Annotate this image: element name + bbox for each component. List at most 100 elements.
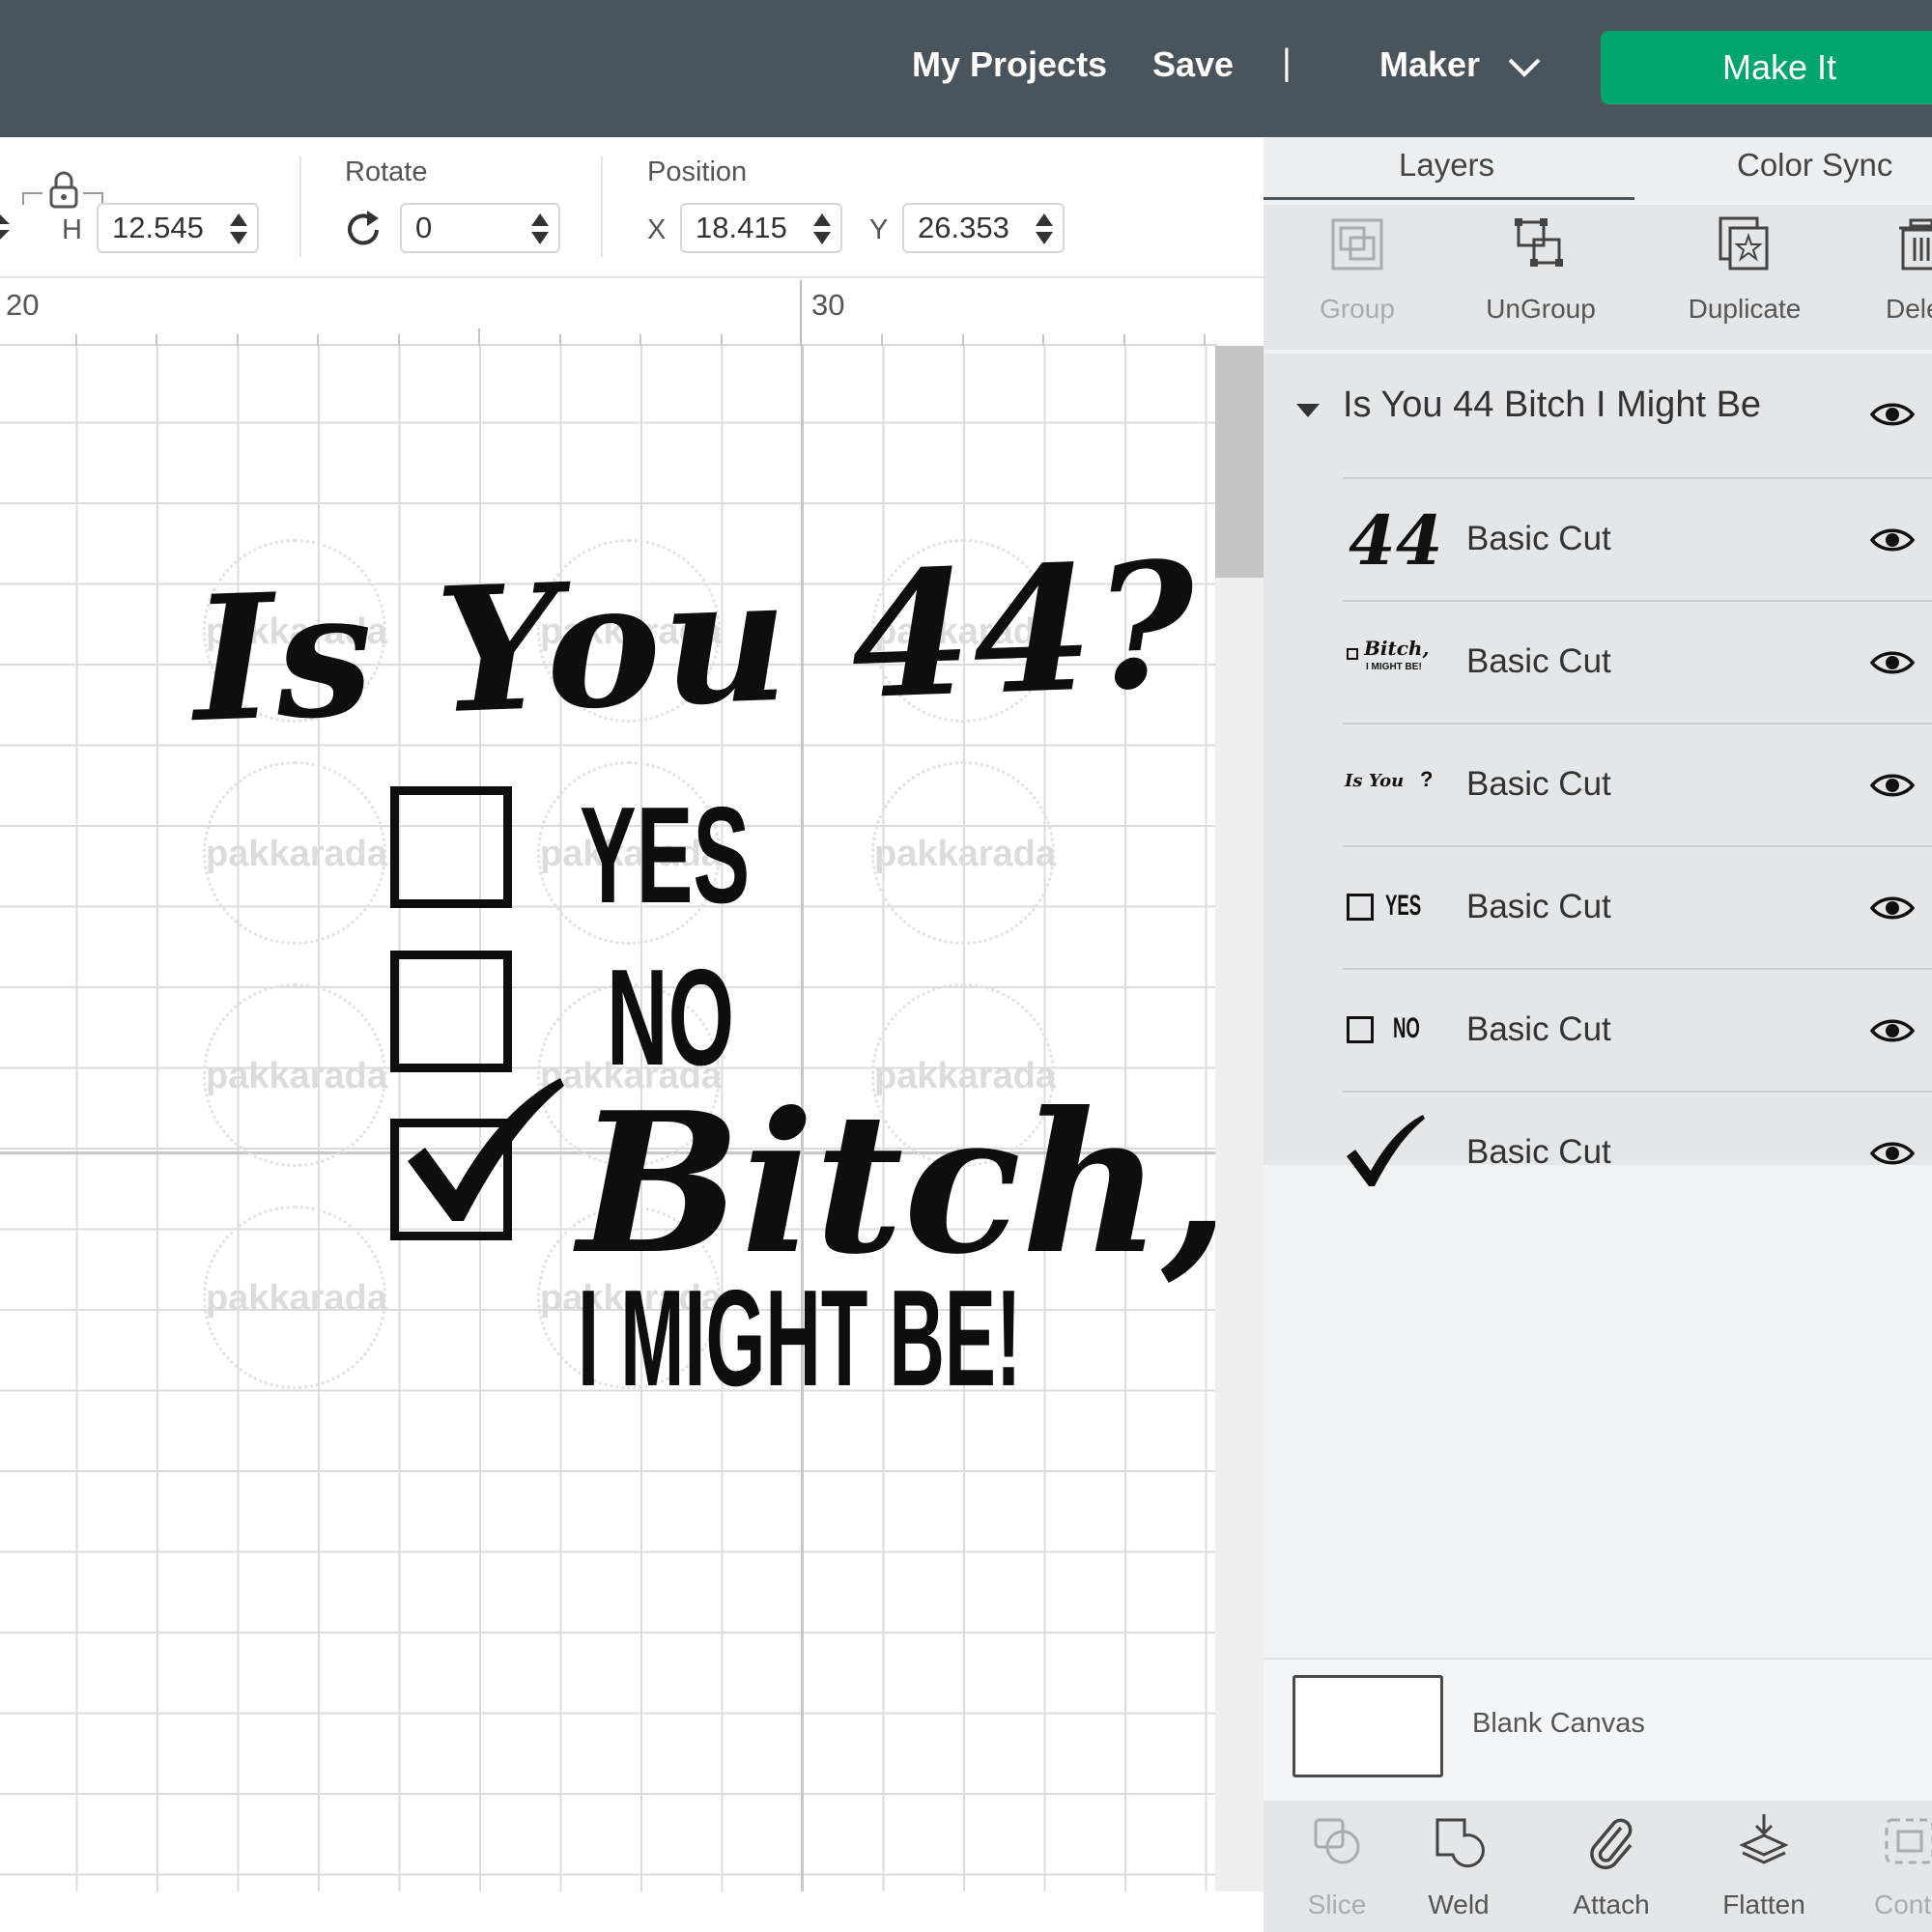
rotate-input[interactable]: 0 — [400, 203, 560, 253]
eye-icon[interactable] — [1870, 894, 1915, 923]
group-icon — [1331, 218, 1383, 270]
checkbox-yes — [390, 786, 512, 908]
x-label: X — [647, 214, 667, 245]
topbar-separator: | — [1282, 43, 1292, 83]
duplicate-button[interactable]: Duplicate — [1667, 214, 1822, 325]
canvas-swatch[interactable] — [1293, 1675, 1443, 1777]
attach-button[interactable]: Attach — [1553, 1812, 1669, 1920]
layer-thumbnail: Is You ? — [1343, 746, 1439, 823]
height-input[interactable]: 12.545 — [97, 203, 259, 253]
chevron-down-icon[interactable] — [1507, 56, 1542, 79]
bottom-actions: Slice Weld Attach Flatten Cont — [1264, 1801, 1932, 1932]
layer-name: Basic Cut — [1466, 1010, 1611, 1048]
tab-color-sync[interactable]: Color Sync — [1737, 147, 1892, 184]
design-title-text: Is You 44? — [189, 523, 1201, 761]
flatten-button[interactable]: Flatten — [1706, 1812, 1822, 1920]
delete-button[interactable]: Dele — [1878, 214, 1932, 325]
layer-item[interactable]: Bitch, I MIGHT BE! Basic Cut — [1343, 600, 1932, 723]
x-position-input[interactable]: 18.415 — [680, 203, 842, 253]
watermark-text: pakkarada — [206, 834, 388, 874]
contour-label: Cont — [1874, 1889, 1932, 1919]
watermark: pakkarada — [203, 983, 388, 1167]
checkmark-icon — [408, 1078, 564, 1221]
machine-selector[interactable]: Maker — [1379, 44, 1480, 85]
layer-item[interactable]: Basic Cut — [1343, 1091, 1932, 1213]
panel-tabs: Layers Color Sync — [1264, 137, 1932, 201]
layer-group-name: Is You 44 Bitch I Might Be — [1343, 384, 1762, 425]
checkbox-no — [390, 951, 512, 1072]
layer-thumbnail: Bitch, I MIGHT BE! — [1343, 623, 1439, 700]
eye-icon[interactable] — [1870, 1016, 1915, 1045]
stepper-icon[interactable] — [811, 212, 833, 246]
duplicate-icon — [1719, 216, 1769, 270]
eye-icon[interactable] — [1870, 648, 1915, 677]
contour-button[interactable]: Cont — [1866, 1812, 1932, 1920]
rotate-value: 0 — [415, 211, 433, 244]
position-label: Position — [647, 156, 748, 187]
thumb-box — [1347, 894, 1374, 921]
slice-button[interactable]: Slice — [1289, 1812, 1385, 1920]
watermark-text: pakkarada — [874, 834, 1057, 874]
flatten-label: Flatten — [1722, 1889, 1805, 1919]
canvas-scrollbar-thumb[interactable] — [1215, 346, 1264, 578]
eye-icon[interactable] — [1870, 771, 1915, 800]
layer-item[interactable]: 44 Basic Cut — [1343, 477, 1932, 600]
canvas-scrollbar-track[interactable] — [1215, 346, 1264, 1891]
layer-name: Basic Cut — [1466, 888, 1611, 925]
thumb-text: NO — [1393, 1012, 1420, 1044]
flatten-icon — [1739, 1814, 1789, 1864]
watermark-text: pakkarada — [206, 1056, 388, 1096]
save-link[interactable]: Save — [1152, 44, 1234, 85]
option-yes-text: YES — [580, 779, 751, 932]
slice-icon — [1314, 1818, 1360, 1864]
weld-button[interactable]: Weld — [1410, 1812, 1507, 1920]
contour-icon — [1885, 1818, 1932, 1864]
weld-label: Weld — [1428, 1889, 1490, 1919]
make-it-button[interactable]: Make It — [1601, 31, 1932, 104]
eye-icon[interactable] — [1870, 526, 1915, 554]
layers-panel: Layers Color Sync Group UnGroup Duplicat… — [1264, 137, 1932, 1932]
rotate-icon — [348, 211, 379, 245]
blank-canvas-row[interactable]: Blank Canvas — [1264, 1658, 1932, 1801]
stepper-icon[interactable] — [1034, 212, 1055, 246]
delete-label: Dele — [1886, 294, 1932, 324]
edit-toolbar: H 12.545 Rotate 0 Position X 18.415 Y 26… — [0, 137, 1264, 278]
eye-icon[interactable] — [1870, 1139, 1915, 1168]
eye-icon[interactable] — [1870, 400, 1915, 429]
y-position-input[interactable]: 26.353 — [902, 203, 1065, 253]
x-position-value: 18.415 — [696, 211, 787, 244]
layer-group-row[interactable]: Is You 44 Bitch I Might Be — [1264, 354, 1932, 477]
layer-item[interactable]: Is You ? Basic Cut — [1343, 723, 1932, 845]
design-canvas[interactable]: pakkarada pakkarada pakkarada pakkarada … — [0, 346, 1217, 1891]
thumb-text: Bitch, — [1364, 637, 1430, 660]
ungroup-button[interactable]: UnGroup — [1468, 214, 1613, 325]
thumb-text: YES — [1385, 890, 1422, 922]
height-value: 12.545 — [112, 211, 204, 244]
layer-name: Basic Cut — [1466, 520, 1611, 557]
group-button[interactable]: Group — [1304, 214, 1410, 325]
layer-item[interactable]: YES Basic Cut — [1343, 845, 1932, 968]
width-stepper-icon[interactable] — [0, 211, 14, 243]
layer-name: Basic Cut — [1466, 642, 1611, 680]
group-label: Group — [1320, 294, 1395, 324]
layer-thumbnail: YES — [1343, 868, 1439, 946]
y-label: Y — [869, 214, 889, 245]
layer-thumbnail: 44 — [1343, 500, 1443, 581]
height-label: H — [62, 214, 82, 245]
stepper-icon[interactable] — [228, 212, 249, 246]
horizontal-ruler: 20 30 — [0, 280, 1217, 346]
toolbar-divider — [601, 156, 603, 257]
design-selection[interactable]: pakkarada pakkarada pakkarada pakkarada … — [0, 346, 1217, 1891]
thumb-text: 44 — [1349, 500, 1443, 581]
tab-layers[interactable]: Layers — [1399, 147, 1494, 184]
my-projects-link[interactable]: My Projects — [912, 44, 1107, 85]
design-tagline-text: I MIGHT BE! — [578, 1262, 1022, 1415]
layer-name: Basic Cut — [1466, 765, 1611, 803]
layer-thumbnail — [1343, 1114, 1439, 1191]
top-bar: My Projects Save | Maker Make It — [0, 0, 1932, 137]
layer-item[interactable]: NO Basic Cut — [1343, 968, 1932, 1091]
stepper-icon[interactable] — [529, 212, 551, 246]
duplicate-label: Duplicate — [1688, 294, 1802, 324]
caret-down-icon[interactable] — [1296, 404, 1320, 417]
lock-bracket — [22, 192, 103, 205]
